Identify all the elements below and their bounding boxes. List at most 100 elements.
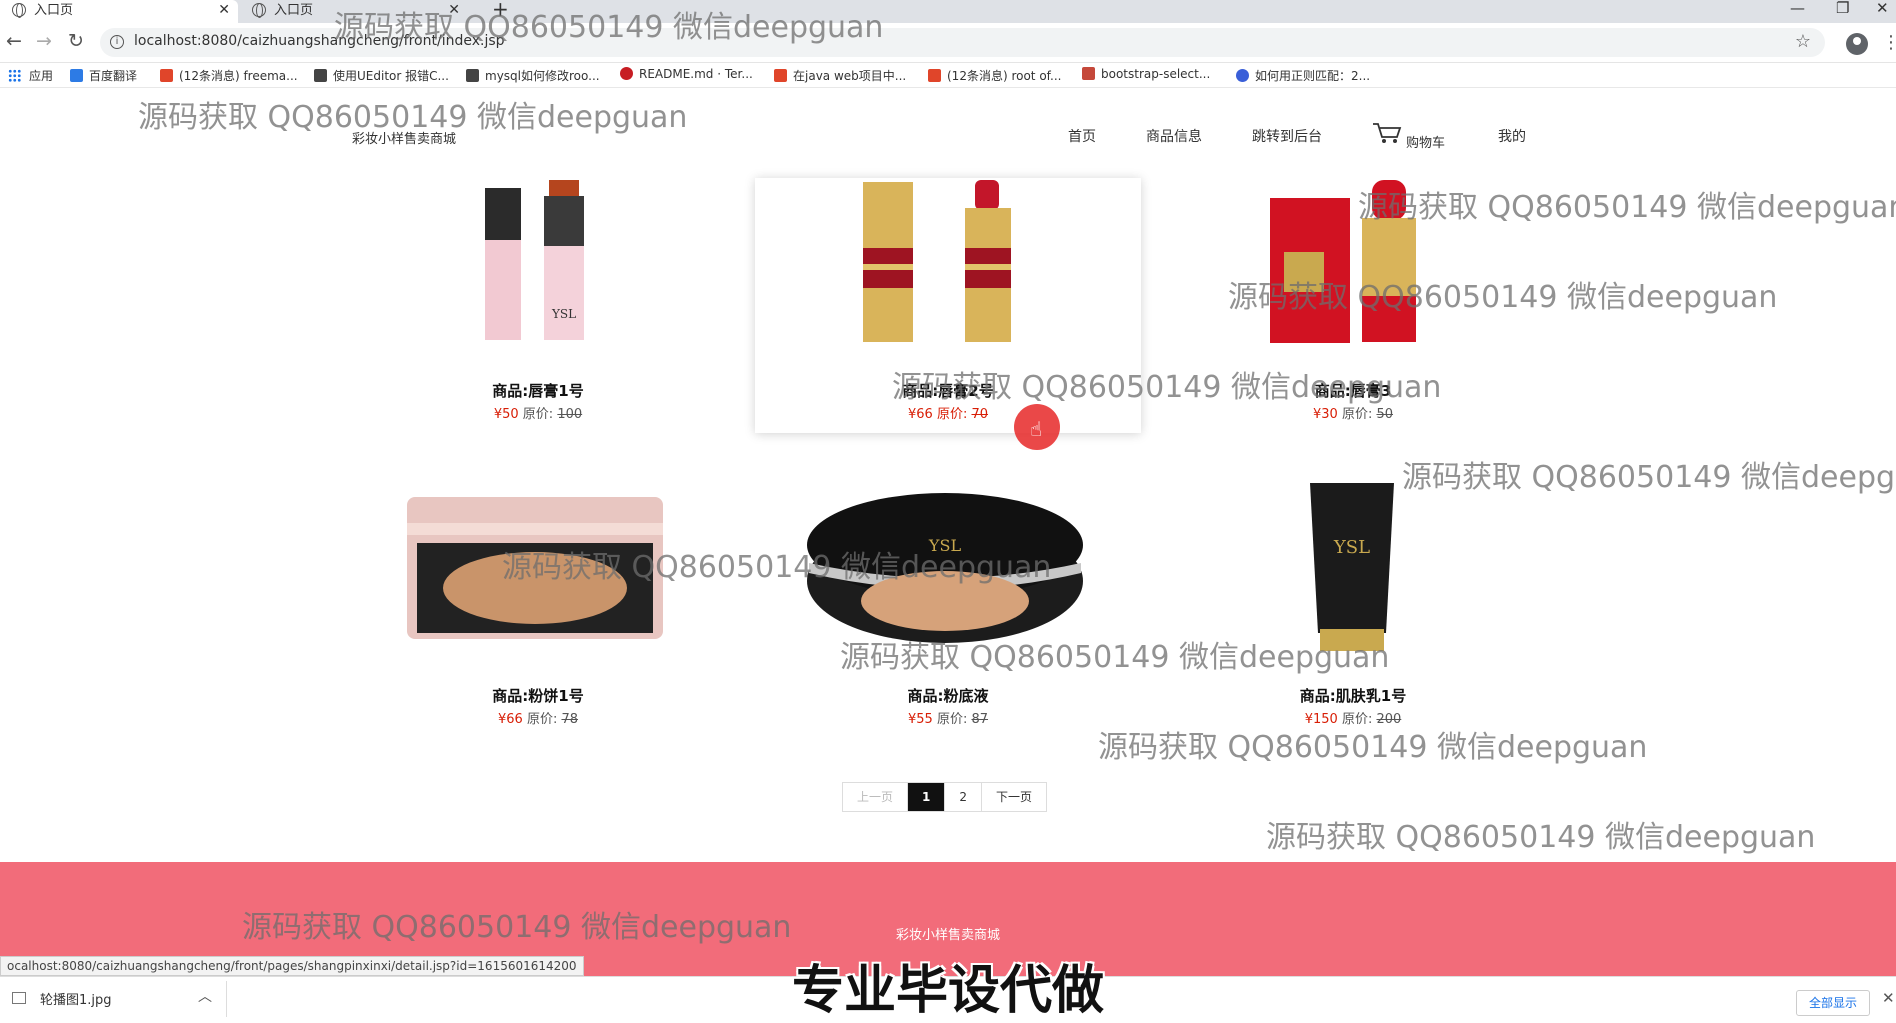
forward-icon[interactable]: → bbox=[36, 30, 52, 52]
product-card[interactable]: 商品:唇膏2号 ¥66 原价: 70 bbox=[755, 178, 1141, 433]
product-name[interactable]: 商品:肌肤乳1号 bbox=[1160, 685, 1546, 706]
product-card[interactable]: 商品:粉饼1号 ¥66 原价: 78 bbox=[345, 483, 731, 738]
bookmark-star-icon[interactable]: ☆ bbox=[1795, 31, 1811, 52]
product-name[interactable]: 商品:唇膏1号 bbox=[345, 380, 731, 401]
bookmark-item[interactable]: (12条消息) freema... bbox=[160, 67, 298, 84]
globe-icon bbox=[252, 3, 266, 18]
original-price: 100 bbox=[557, 407, 583, 422]
bookmark-label: (12条消息) freema... bbox=[179, 69, 298, 83]
lipstick-1-image: YSL bbox=[485, 180, 584, 340]
watermark-text: 源码获取 QQ86050149 微信deepguan bbox=[1266, 820, 1816, 855]
tab-title: 入口页 bbox=[274, 3, 314, 18]
next-page-button[interactable]: 下一页 bbox=[982, 783, 1047, 811]
original-price-label: 原价: bbox=[936, 407, 968, 422]
csdn-icon bbox=[774, 69, 787, 82]
product-price: ¥30 原价: 50 bbox=[1160, 403, 1546, 422]
close-tab-icon[interactable]: ✕ bbox=[448, 0, 460, 21]
product-price: ¥66 原价: 70 bbox=[755, 403, 1141, 422]
apps-icon bbox=[8, 69, 21, 82]
nav-products[interactable]: 商品信息 bbox=[1146, 126, 1202, 146]
product-name[interactable]: 商品:粉饼1号 bbox=[345, 685, 731, 706]
product-price: ¥150 原价: 200 bbox=[1160, 708, 1546, 727]
powder-compact-image bbox=[407, 497, 663, 639]
bookmark-item[interactable]: README.md · Ter... bbox=[620, 67, 753, 81]
bookmark-item[interactable]: mysql如何修改roo... bbox=[466, 67, 600, 84]
cnblogs-icon bbox=[1082, 67, 1095, 80]
more-menu-icon[interactable]: ⋮ bbox=[1882, 32, 1896, 53]
info-icon[interactable]: i bbox=[110, 35, 124, 49]
product-price: ¥66 原价: 78 bbox=[345, 708, 731, 727]
browser-tab-strip: 入口页 ✕ 入口页 ✕ + — ❐ ✕ bbox=[0, 0, 1896, 23]
product-card[interactable]: YSL 商品:唇膏1号 ¥50 原价: 100 bbox=[345, 178, 731, 433]
profile-icon[interactable] bbox=[1846, 33, 1868, 55]
bookmark-item[interactable]: (12条消息) root of... bbox=[928, 67, 1061, 84]
bookmark-label: 如何用正则匹配：2... bbox=[1255, 69, 1371, 83]
prev-page-button[interactable]: 上一页 bbox=[843, 783, 909, 811]
product-name[interactable]: 商品:唇膏3 bbox=[1160, 380, 1546, 401]
browser-tab-active[interactable]: 入口页 ✕ bbox=[0, 0, 238, 23]
bookmark-item[interactable]: 如何用正则匹配：2... bbox=[1236, 67, 1370, 84]
cart-icon[interactable] bbox=[1372, 122, 1402, 144]
address-bar[interactable]: i localhost:8080/caizhuangshangcheng/fro… bbox=[100, 28, 1825, 57]
skin-lotion-image: YSL bbox=[1310, 483, 1394, 651]
promo-overlay-text: 专业毕设代做 bbox=[791, 961, 1104, 1021]
nav-admin[interactable]: 跳转到后台 bbox=[1252, 126, 1322, 146]
tab-title: 入口页 bbox=[34, 3, 74, 18]
footer-title: 彩妆小样售卖商城 bbox=[895, 928, 1000, 943]
bookmark-item[interactable]: bootstrap-select... bbox=[1082, 67, 1210, 81]
pagination: 上一页 1 2 下一页 bbox=[842, 782, 1048, 812]
csdn-icon bbox=[160, 69, 173, 82]
gitee-icon bbox=[620, 67, 633, 80]
original-price: 78 bbox=[561, 712, 579, 727]
svg-text:YSL: YSL bbox=[928, 536, 962, 555]
sale-price: ¥150 bbox=[1304, 712, 1338, 727]
restore-icon[interactable]: ❐ bbox=[1836, 0, 1849, 17]
reload-icon[interactable]: ↻ bbox=[68, 30, 84, 52]
bookmark-label: 应用 bbox=[29, 69, 54, 83]
bookmark-apps[interactable]: 应用 bbox=[8, 67, 53, 84]
original-price-label: 原价: bbox=[526, 712, 558, 727]
csdn-icon bbox=[928, 69, 941, 82]
browser-toolbar: ← → ↻ i localhost:8080/caizhuangshangche… bbox=[0, 23, 1896, 63]
hand-cursor-icon: ☝ bbox=[1030, 417, 1043, 441]
product-name[interactable]: 商品:粉底液 bbox=[755, 685, 1141, 706]
bookmarks-bar: 应用 百度翻译 (12条消息) freema... 使用UEditor 报错C.… bbox=[0, 64, 1896, 88]
new-tab-icon[interactable]: + bbox=[492, 0, 509, 21]
original-price-label: 原价: bbox=[936, 712, 968, 727]
bird-icon bbox=[314, 69, 327, 82]
page-2-button[interactable]: 2 bbox=[945, 783, 983, 811]
window-close-icon[interactable]: ✕ bbox=[1876, 0, 1889, 17]
original-price-label: 原价: bbox=[1341, 712, 1373, 727]
nav-mine[interactable]: 我的 bbox=[1498, 126, 1526, 146]
nav-home[interactable]: 首页 bbox=[1068, 126, 1096, 146]
page-1-button[interactable]: 1 bbox=[908, 783, 946, 811]
bookmark-label: bootstrap-select... bbox=[1101, 67, 1211, 81]
bookmark-label: mysql如何修改roo... bbox=[485, 69, 600, 83]
browser-tab[interactable]: 入口页 ✕ bbox=[240, 0, 468, 23]
original-price: 200 bbox=[1376, 712, 1402, 727]
sale-price: ¥30 bbox=[1312, 407, 1338, 422]
product-card[interactable]: 商品:唇膏3 ¥30 原价: 50 bbox=[1160, 178, 1546, 433]
original-price: 70 bbox=[971, 407, 989, 422]
cushion-foundation-image: YSL bbox=[807, 493, 1083, 643]
lipstick-3-image bbox=[1270, 180, 1416, 343]
product-card[interactable]: YSL 商品:粉底液 ¥55 原价: 87 bbox=[755, 483, 1141, 738]
url-text: localhost:8080/caizhuangshangcheng/front… bbox=[134, 33, 505, 49]
product-card[interactable]: YSL 商品:肌肤乳1号 ¥150 原价: 200 bbox=[1160, 483, 1546, 738]
lipstick-2-image bbox=[863, 180, 1011, 342]
site-header: 彩妆小样售卖商城 首页 商品信息 跳转到后台 购物车 我的 bbox=[0, 88, 1896, 178]
back-icon[interactable]: ← bbox=[6, 30, 22, 52]
globe-icon bbox=[12, 3, 26, 18]
bird-icon bbox=[466, 69, 479, 82]
minimize-icon[interactable]: — bbox=[1790, 0, 1805, 17]
product-name[interactable]: 商品:唇膏2号 bbox=[755, 380, 1141, 401]
original-price: 50 bbox=[1376, 407, 1394, 422]
bookmark-item[interactable]: 百度翻译 bbox=[70, 67, 137, 84]
baidu-translate-icon bbox=[70, 69, 83, 82]
bookmark-item[interactable]: 在java web项目中... bbox=[774, 67, 906, 84]
nav-cart[interactable]: 购物车 bbox=[1406, 132, 1445, 151]
close-tab-icon[interactable]: ✕ bbox=[218, 0, 230, 21]
product-price: ¥50 原价: 100 bbox=[345, 403, 731, 422]
baidu-paw-icon bbox=[1236, 69, 1249, 82]
bookmark-item[interactable]: 使用UEditor 报错C... bbox=[314, 67, 449, 84]
